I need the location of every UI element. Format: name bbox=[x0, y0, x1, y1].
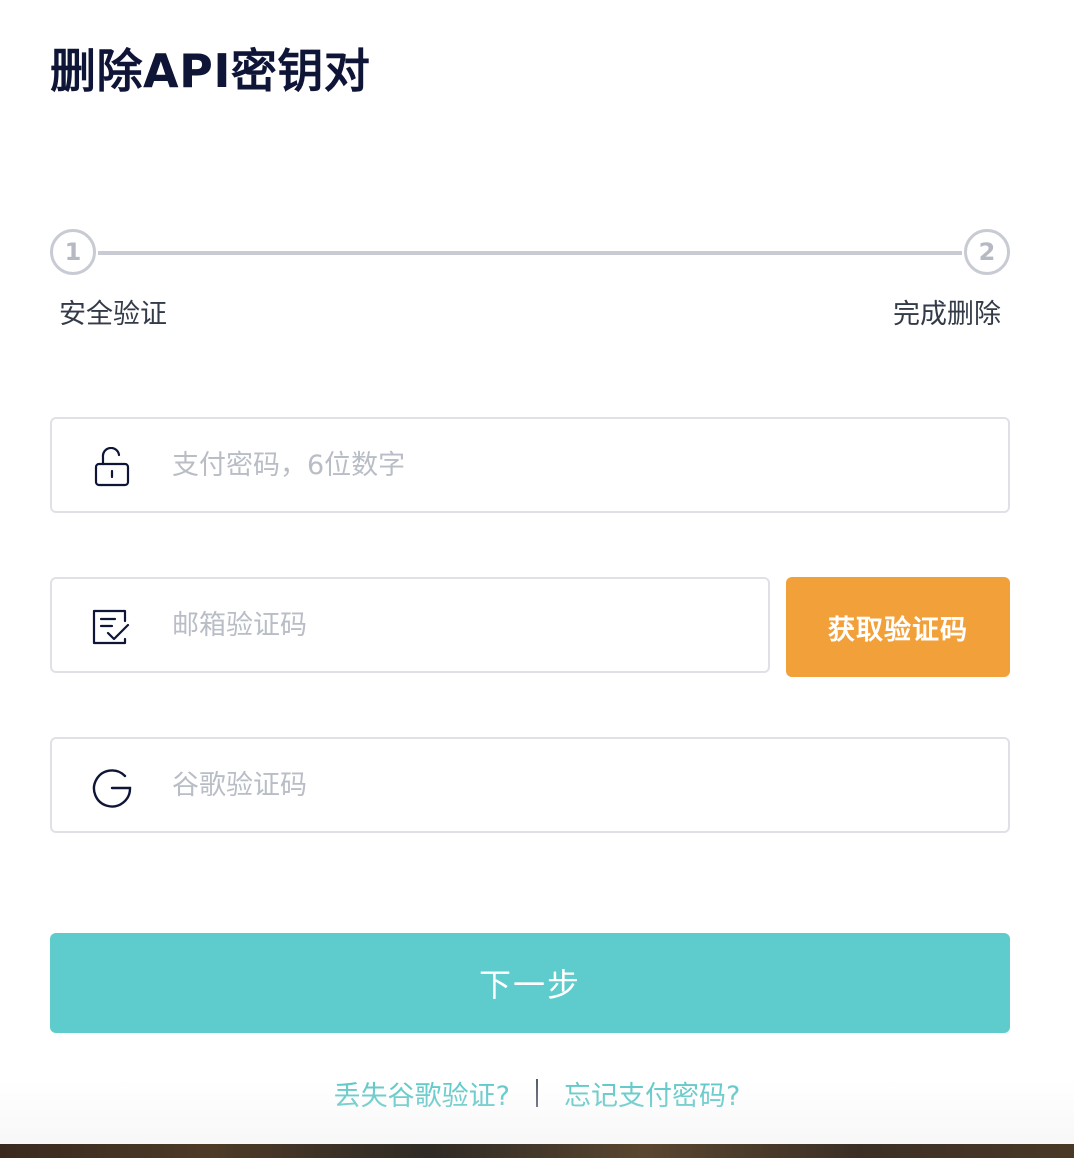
stepper: 1 2 安全验证 完成删除 bbox=[50, 229, 1010, 339]
background-image-strip bbox=[0, 1144, 1074, 1158]
help-links: 丢失谷歌验证? 忘记支付密码? bbox=[0, 1070, 1074, 1116]
next-step-button[interactable]: 下一步 bbox=[50, 933, 1010, 1033]
step-1-circle: 1 bbox=[50, 229, 96, 275]
email-verify-icon bbox=[90, 605, 134, 649]
link-separator bbox=[536, 1079, 538, 1107]
google-icon bbox=[90, 765, 134, 809]
step-1-label: 安全验证 bbox=[59, 299, 167, 330]
step-progress-line bbox=[98, 251, 962, 255]
step-2-label: 完成删除 bbox=[893, 299, 1001, 330]
step-2-circle: 2 bbox=[964, 229, 1010, 275]
page-title: 删除API密钥对 bbox=[50, 44, 371, 98]
google-code-input[interactable] bbox=[172, 739, 988, 831]
pay-password-input[interactable] bbox=[172, 419, 988, 511]
google-code-field[interactable] bbox=[50, 737, 1010, 833]
forgot-pay-password-link[interactable]: 忘记支付密码? bbox=[564, 1074, 740, 1113]
email-code-field[interactable] bbox=[50, 577, 770, 673]
email-code-input[interactable] bbox=[172, 579, 748, 671]
get-code-button[interactable]: 获取验证码 bbox=[786, 577, 1010, 677]
pay-password-field[interactable] bbox=[50, 417, 1010, 513]
lost-google-link[interactable]: 丢失谷歌验证? bbox=[334, 1074, 510, 1113]
unlock-icon bbox=[90, 445, 134, 489]
